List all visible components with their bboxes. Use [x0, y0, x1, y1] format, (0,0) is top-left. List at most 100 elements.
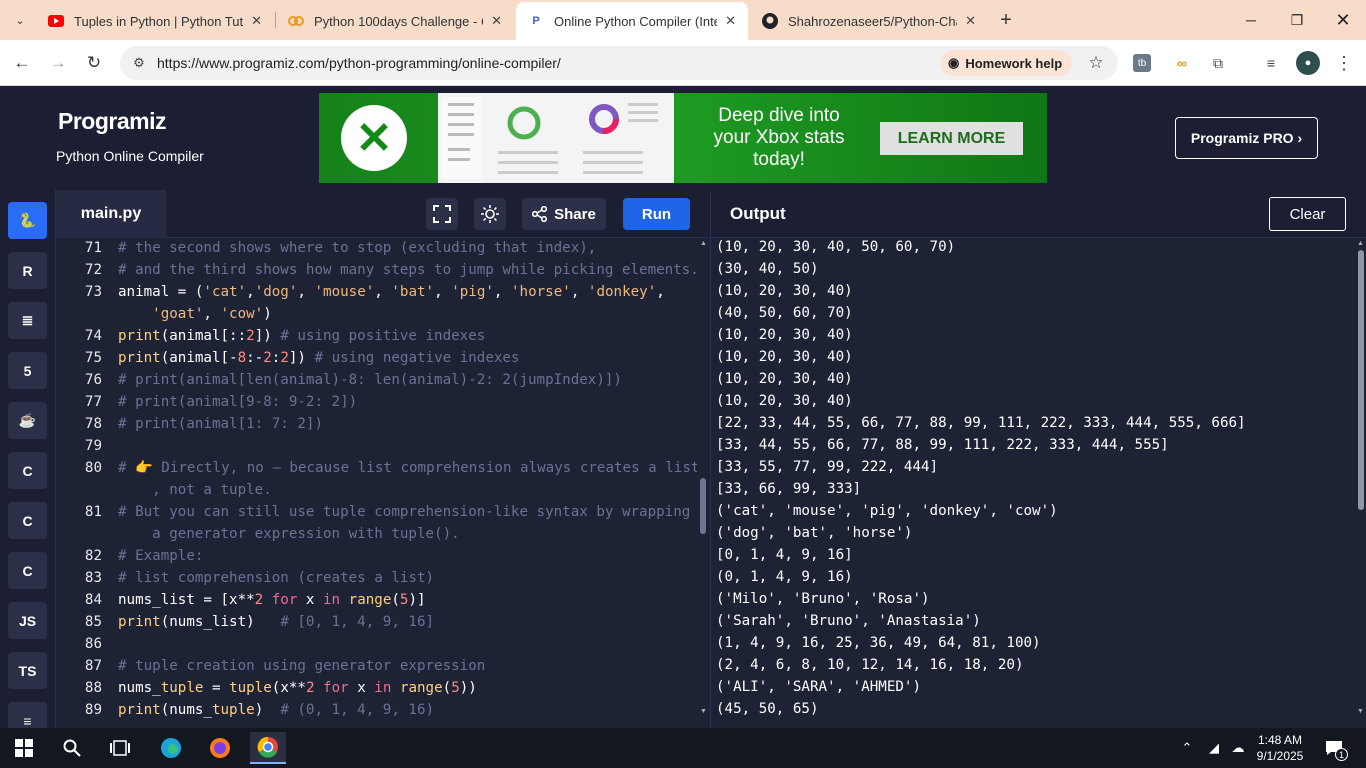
programiz-logo[interactable]: Programiz: [58, 108, 166, 135]
rail-r[interactable]: R: [8, 252, 47, 289]
youtube-icon: [48, 13, 64, 29]
language-sidebar: 🐍 R ≣ 5 ☕ C C C JS TS ≡: [0, 190, 56, 739]
code-line[interactable]: a generator expression with tuple().: [118, 526, 460, 542]
notification-center-icon[interactable]: 1: [1318, 732, 1350, 764]
onedrive-icon[interactable]: ☁: [1225, 732, 1251, 764]
scroll-up-icon[interactable]: ▲: [1357, 240, 1364, 247]
menu-kebab-icon[interactable]: ⋮: [1332, 51, 1356, 75]
browser-tab-compiler[interactable]: P Online Python Compiler (Interp ✕: [516, 2, 748, 40]
browser-tab-github[interactable]: Shahrozenaseer5/Python-Challe ✕: [750, 2, 988, 40]
close-window-icon[interactable]: ✕: [1320, 0, 1366, 40]
url-text[interactable]: https://www.programiz.com/python-program…: [157, 55, 561, 71]
code-line[interactable]: # tuple creation using generator express…: [118, 658, 485, 674]
extension-tb-icon[interactable]: tb: [1133, 54, 1151, 72]
output-line: (30, 40, 50): [716, 261, 819, 277]
rail-c[interactable]: C: [8, 452, 47, 489]
show-hidden-icons-icon[interactable]: ⌃: [1172, 732, 1202, 764]
reload-icon[interactable]: ↻: [82, 51, 106, 75]
ad-learn-more-button[interactable]: LEARN MORE: [880, 122, 1023, 155]
code-line[interactable]: animal = ('cat','dog', 'mouse', 'bat', '…: [118, 284, 665, 300]
omnibox[interactable]: ⚙ https://www.programiz.com/python-progr…: [120, 46, 1118, 80]
browser-tab-tuples[interactable]: Tuples in Python | Python Tuto ✕: [36, 2, 274, 40]
code-line[interactable]: # 👉 Directly, no — because list comprehe…: [118, 460, 699, 476]
site-info-icon[interactable]: ⚙: [130, 54, 148, 72]
output-scrollbar-thumb[interactable]: [1358, 250, 1364, 510]
scroll-down-icon[interactable]: ▼: [700, 708, 707, 715]
media-control-icon[interactable]: ≡: [1259, 51, 1283, 75]
code-line[interactable]: print(animal[::2]) # using positive inde…: [118, 328, 485, 344]
tab-title: Tuples in Python | Python Tuto: [74, 13, 244, 29]
code-line[interactable]: print(nums_list) # [0, 1, 4, 9, 16]: [118, 614, 434, 630]
output-line: ('Sarah', 'Bruno', 'Anastasia'): [716, 613, 981, 629]
code-line[interactable]: # But you can still use tuple comprehens…: [118, 504, 690, 520]
code-line[interactable]: # print(animal[9-8: 9-2: 2]): [118, 394, 357, 410]
close-tab-icon[interactable]: ✕: [965, 13, 976, 29]
code-editor[interactable]: 71 # the second shows where to stop (excl…: [56, 238, 710, 728]
clear-button[interactable]: Clear: [1269, 197, 1346, 231]
code-line[interactable]: # and the third shows how many steps to …: [118, 262, 699, 278]
close-tab-icon[interactable]: ✕: [491, 13, 502, 29]
output-line: (10, 20, 30, 40): [716, 349, 853, 365]
code-line[interactable]: # list comprehension (creates a list): [118, 570, 434, 586]
line-number: 73: [84, 284, 102, 300]
rail-csharp[interactable]: C: [8, 552, 47, 589]
line-number: 84: [84, 592, 102, 608]
extension-100-icon[interactable]: ∞: [1170, 51, 1194, 75]
line-number: 71: [84, 240, 102, 256]
system-clock[interactable]: 1:48 AM 9/1/2025: [1250, 732, 1310, 764]
rail-cpp[interactable]: C: [8, 502, 47, 539]
chrome-icon[interactable]: [250, 732, 286, 764]
rail-java[interactable]: ☕: [8, 402, 47, 439]
firefox-icon[interactable]: [202, 732, 238, 764]
share-button[interactable]: Share: [522, 198, 606, 230]
task-view-icon[interactable]: [102, 732, 138, 764]
programiz-pro-button[interactable]: Programiz PRO ›: [1175, 117, 1318, 159]
network-icon[interactable]: ◢: [1200, 732, 1228, 764]
fullscreen-button[interactable]: [426, 198, 458, 230]
line-number: 81: [84, 504, 102, 520]
output-scrollbar[interactable]: ▲ ▼: [1356, 238, 1366, 728]
scroll-down-icon[interactable]: ▼: [1357, 708, 1364, 715]
code-line[interactable]: # Example:: [118, 548, 203, 564]
code-line[interactable]: print(nums_tuple) # (0, 1, 4, 9, 16): [118, 702, 434, 718]
rail-js[interactable]: JS: [8, 602, 47, 639]
close-tab-icon[interactable]: ✕: [251, 13, 262, 29]
new-tab-icon[interactable]: +: [994, 8, 1018, 32]
homework-help-button[interactable]: ◉ Homework help: [940, 50, 1073, 76]
cpp-icon: C: [22, 512, 33, 529]
scroll-up-icon[interactable]: ▲: [700, 240, 707, 247]
code-line[interactable]: nums_list = [x**2 for x in range(5)]: [118, 592, 426, 608]
rail-python[interactable]: 🐍: [8, 202, 47, 239]
forward-icon[interactable]: →: [46, 51, 70, 75]
code-line[interactable]: , not a tuple.: [118, 482, 272, 498]
back-icon[interactable]: ←: [10, 51, 34, 75]
editor-scrollbar[interactable]: ▲ ▼: [697, 238, 710, 728]
rail-ts[interactable]: TS: [8, 652, 47, 689]
code-line[interactable]: print(animal[-8:-2:2]) # using negative …: [118, 350, 520, 366]
code-line[interactable]: # print(animal[len(animal)-8: len(animal…: [118, 372, 622, 388]
run-button[interactable]: Run: [623, 198, 690, 230]
rail-sql[interactable]: ≣: [8, 302, 47, 339]
search-icon[interactable]: [54, 732, 90, 764]
windows-start-icon[interactable]: [6, 732, 42, 764]
edge-icon[interactable]: [153, 732, 189, 764]
theme-toggle-button[interactable]: [474, 198, 506, 230]
extensions-puzzle-icon[interactable]: ⧉: [1206, 51, 1230, 75]
code-line[interactable]: nums_tuple = tuple(x**2 for x in range(5…: [118, 680, 477, 696]
close-tab-icon[interactable]: ✕: [725, 13, 736, 29]
r-icon: R: [22, 262, 33, 279]
bookmark-star-icon[interactable]: ☆: [1086, 53, 1106, 73]
minimize-icon[interactable]: ─: [1228, 0, 1274, 40]
restore-icon[interactable]: ❐: [1274, 0, 1320, 40]
browser-tab-100days[interactable]: Python 100days Challenge - Co ✕: [276, 2, 514, 40]
line-number: 77: [84, 394, 102, 410]
ad-banner[interactable]: ✕ Deep dive into your Xbox stats today! …: [319, 93, 1047, 183]
tab-search-dropdown-icon[interactable]: ⌄: [8, 8, 32, 32]
profile-avatar[interactable]: ●: [1296, 51, 1320, 75]
code-line[interactable]: # the second shows where to stop (exclud…: [118, 240, 596, 256]
file-tab-main-py[interactable]: main.py: [56, 190, 166, 238]
rail-html[interactable]: 5: [8, 352, 47, 389]
code-line[interactable]: 'goat', 'cow'): [118, 306, 272, 322]
code-line[interactable]: # print(animal[1: 7: 2]): [118, 416, 323, 432]
editor-scrollbar-thumb[interactable]: [700, 478, 706, 534]
